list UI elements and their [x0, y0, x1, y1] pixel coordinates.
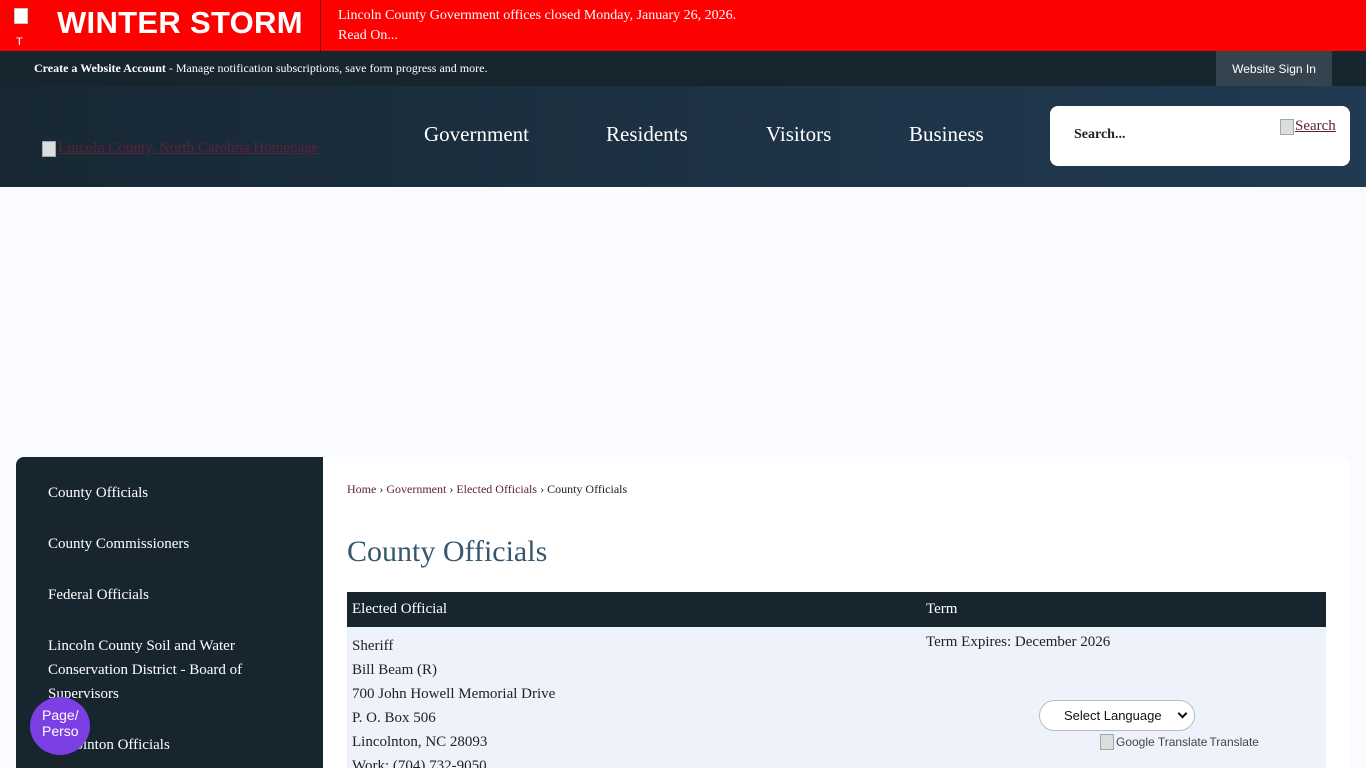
broken-image-icon: [42, 140, 56, 157]
sidebar-item-county-officials[interactable]: County Officials: [48, 481, 288, 505]
alert-title: WINTER STORM: [57, 5, 303, 40]
google-translate-attribution[interactable]: Google Translate Translate: [1100, 734, 1259, 750]
alert-message-text: Lincoln County Government offices closed…: [338, 8, 737, 23]
official-details: Sheriff Bill Beam (R) 700 John Howell Me…: [352, 634, 555, 768]
breadcrumb-government[interactable]: Government: [386, 482, 446, 496]
alert-image-icon: T: [14, 8, 34, 48]
breadcrumb-current: County Officials: [547, 482, 628, 496]
table-header-term: Term: [926, 601, 958, 617]
google-translate-icon: [1100, 734, 1114, 750]
sidebar-item-federal-officials[interactable]: Federal Officials: [48, 583, 288, 607]
search-input[interactable]: Search... Search: [1050, 106, 1350, 166]
sidebar-item-soil-water-board[interactable]: Lincoln County Soil and Water Conservati…: [48, 634, 288, 706]
nav-business[interactable]: Business: [909, 122, 984, 147]
official-term: Term Expires: December 2026: [926, 634, 1111, 650]
google-translate-alt: Google Translate: [1116, 735, 1208, 749]
page-personalization-button[interactable]: Page/ Perso: [30, 697, 90, 755]
create-account-link[interactable]: Create a Website Account: [34, 61, 166, 75]
alert-message[interactable]: Lincoln County Government offices closed…: [338, 6, 736, 46]
account-bar: Create a Website Account - Manage notifi…: [0, 51, 1366, 86]
language-select[interactable]: Select Language: [1039, 700, 1195, 731]
alert-read-on-link[interactable]: Read On...: [338, 26, 736, 46]
search-button-label: Search: [1295, 118, 1336, 134]
personalization-overflow-text: Optio: [42, 754, 76, 768]
page-title: County Officials: [347, 535, 548, 568]
main-content: Home › Government › Elected Officials › …: [323, 457, 1350, 768]
official-po-box: P. O. Box 506: [352, 710, 436, 726]
table-header-row: Elected Official Term: [347, 592, 1326, 627]
search-button[interactable]: Search: [1280, 118, 1336, 135]
emergency-alert-bar[interactable]: T WINTER STORM Lincoln County Government…: [0, 0, 1366, 51]
homepage-logo-link[interactable]: Lincoln County, North Carolina Homepage: [42, 140, 318, 157]
create-account-text: Create a Website Account - Manage notifi…: [34, 61, 487, 76]
nav-residents[interactable]: Residents: [606, 122, 688, 147]
official-name: Bill Beam (R): [352, 662, 437, 678]
personalization-icon-alt: Page/ Perso: [42, 707, 79, 739]
website-sign-in-button[interactable]: Website Sign In: [1216, 51, 1332, 86]
search-placeholder: Search...: [1074, 127, 1126, 142]
table-header-official: Elected Official: [352, 601, 448, 617]
site-header: Lincoln County, North Carolina Homepage …: [0, 86, 1366, 187]
breadcrumb: Home › Government › Elected Officials › …: [347, 482, 627, 497]
sidebar-item-county-commissioners[interactable]: County Commissioners: [48, 532, 288, 556]
nav-visitors[interactable]: Visitors: [766, 122, 831, 147]
official-office: Sheriff: [352, 638, 394, 654]
create-account-description: - Manage notification subscriptions, sav…: [165, 61, 488, 75]
nav-government[interactable]: Government: [424, 122, 529, 147]
official-phone[interactable]: Work: (704) 732-9050: [352, 754, 555, 768]
official-city: Lincolnton, NC 28093: [352, 734, 488, 750]
chevron-down-icon: [1177, 708, 1188, 719]
translate-label: Translate: [1209, 735, 1259, 749]
breadcrumb-separator: ›: [449, 482, 454, 496]
alert-divider: [320, 0, 321, 51]
language-select-value: Select Language: [1064, 708, 1162, 723]
breadcrumb-home[interactable]: Home: [347, 482, 376, 496]
search-icon: [1280, 118, 1294, 135]
breadcrumb-elected-officials[interactable]: Elected Officials: [456, 482, 537, 496]
breadcrumb-separator: ›: [540, 482, 545, 496]
official-address: 700 John Howell Memorial Drive: [352, 686, 556, 702]
breadcrumb-separator: ›: [379, 482, 384, 496]
logo-alt-text: Lincoln County, North Carolina Homepage: [58, 140, 319, 156]
